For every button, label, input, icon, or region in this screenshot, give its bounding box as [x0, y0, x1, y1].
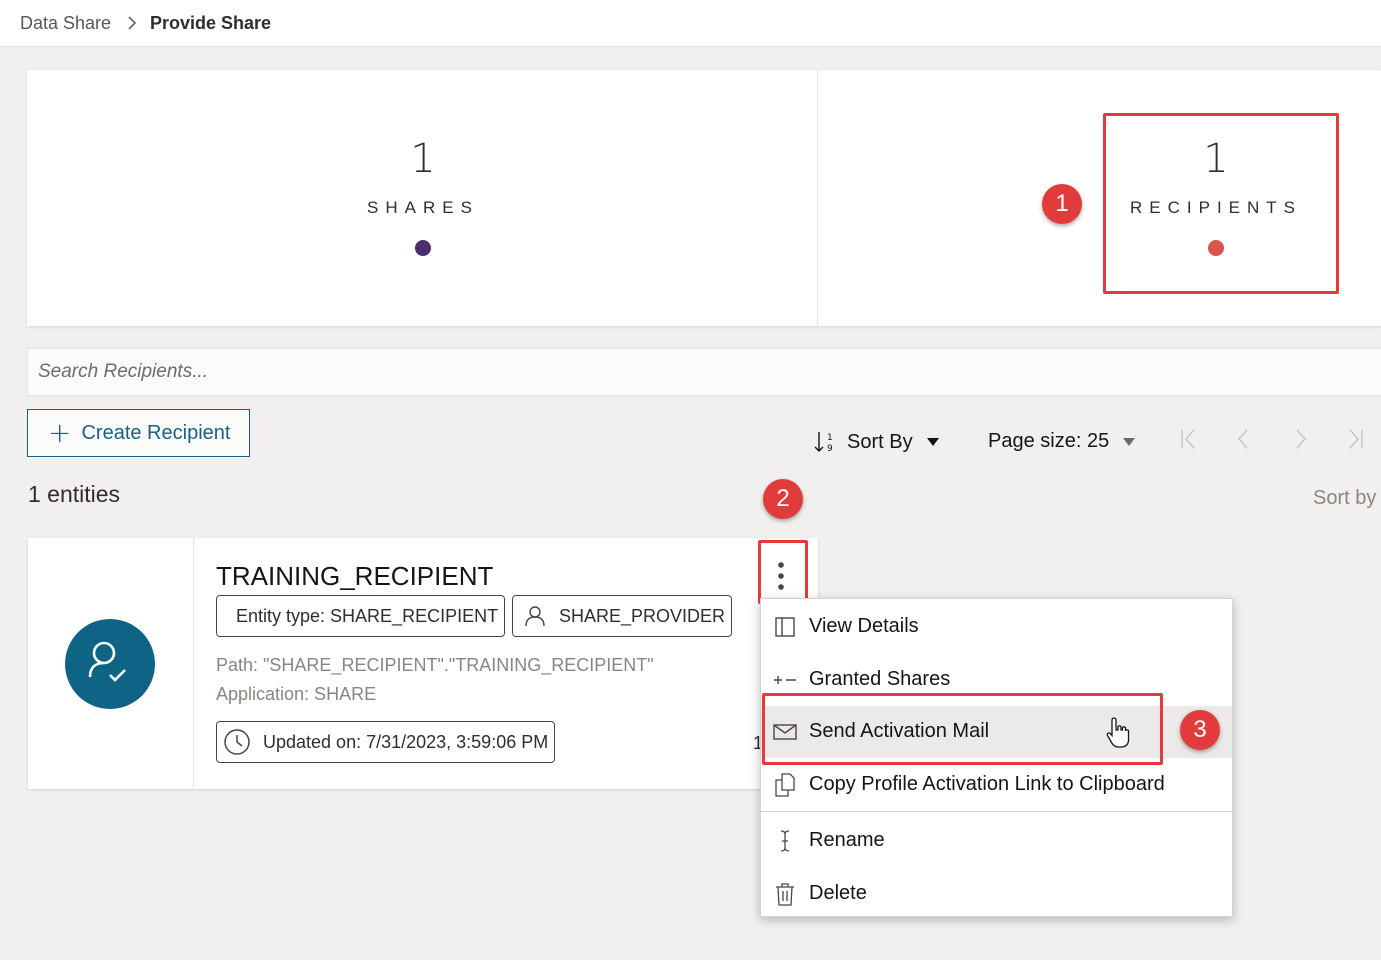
- updated-text: Updated on: 7/31/2023, 3:59:06 PM: [263, 731, 549, 752]
- clock-icon: [224, 729, 250, 755]
- sort-by-label: Sort By: [847, 430, 913, 453]
- user-check-icon: [88, 641, 126, 682]
- recipient-name[interactable]: TRAINING_RECIPIENT: [216, 561, 493, 592]
- sort-by-secondary[interactable]: Sort by: [1313, 487, 1376, 510]
- recipient-avatar: [65, 619, 155, 709]
- send-mail-highlight-box: [762, 693, 1163, 765]
- next-page-icon[interactable]: [1288, 427, 1312, 451]
- shares-count: 1: [410, 136, 436, 182]
- caret-down-icon: [926, 438, 939, 446]
- user-icon: [525, 606, 545, 627]
- step-badge-3: 3: [1180, 710, 1220, 750]
- updated-chip: Updated on: 7/31/2023, 3:59:06 PM: [216, 721, 555, 763]
- stats-divider: [817, 70, 818, 326]
- trash-icon: [776, 883, 794, 906]
- kebab-highlight-box: [758, 540, 808, 604]
- svg-text:1: 1: [827, 433, 833, 443]
- card-icon-column: [28, 538, 194, 789]
- recipient-path: Path: "SHARE_RECIPIENT"."TRAINING_RECIPI…: [216, 655, 654, 675]
- sort-icon: 1 9: [814, 432, 833, 454]
- create-recipient-label: Create Recipient: [81, 421, 231, 444]
- menu-divider: [761, 811, 1232, 812]
- plus-icon: +: [48, 416, 72, 449]
- menu-label: Granted Shares: [809, 668, 951, 690]
- panel-icon: [775, 617, 795, 637]
- top-bar: Data Share Provide Share: [0, 0, 1381, 47]
- step-badge-1: 1: [1042, 184, 1082, 224]
- menu-label: View Details: [809, 615, 919, 637]
- page-size-dropdown[interactable]: Page size: 25: [988, 430, 1136, 453]
- page-size-label: Page size: 25: [988, 430, 1110, 452]
- search-input[interactable]: Search Recipients...: [27, 348, 1381, 396]
- last-page-icon[interactable]: [1343, 427, 1367, 451]
- sort-by-dropdown[interactable]: 1 9 Sort By: [813, 430, 939, 454]
- entity-type-text: Entity type: SHARE_RECIPIENT: [236, 605, 499, 626]
- owner-text: SHARE_PROVIDER: [559, 605, 726, 626]
- plus-minus-icon: [774, 676, 796, 684]
- breadcrumb-data-share[interactable]: Data Share: [20, 13, 111, 34]
- menu-item-rename[interactable]: Rename: [761, 815, 1232, 867]
- owner-chip: SHARE_PROVIDER: [512, 595, 732, 637]
- recipient-card[interactable]: TRAINING_RECIPIENT Entity type: SHARE_RE…: [28, 538, 818, 789]
- step-badge-2: 2: [763, 479, 803, 519]
- first-page-icon[interactable]: [1177, 427, 1201, 451]
- svg-text:9: 9: [827, 444, 833, 454]
- menu-label: Delete: [809, 882, 867, 904]
- shares-label[interactable]: SHARES: [303, 198, 543, 218]
- menu-label: Rename: [809, 829, 885, 851]
- text-cursor-icon: [780, 830, 790, 852]
- shares-dot: [415, 240, 431, 256]
- menu-label: Copy Profile Activation Link to Clipboar…: [809, 773, 1165, 795]
- create-recipient-button[interactable]: + Create Recipient: [27, 409, 250, 457]
- recipients-highlight-box: [1103, 113, 1339, 294]
- chevron-right-icon: [128, 16, 137, 30]
- menu-item-view-details[interactable]: View Details: [761, 601, 1232, 653]
- entities-count: 1 entities: [28, 481, 121, 507]
- breadcrumb-provide-share: Provide Share: [150, 13, 272, 33]
- copy-icon: [775, 773, 795, 797]
- recipient-application: Application: SHARE: [216, 684, 377, 704]
- entity-type-chip: Entity type: SHARE_RECIPIENT: [216, 595, 505, 637]
- previous-page-icon[interactable]: [1232, 427, 1256, 451]
- caret-down-icon: [1123, 437, 1136, 446]
- menu-item-delete[interactable]: Delete: [761, 868, 1232, 920]
- menu-item-copy-activation-link[interactable]: Copy Profile Activation Link to Clipboar…: [761, 759, 1232, 811]
